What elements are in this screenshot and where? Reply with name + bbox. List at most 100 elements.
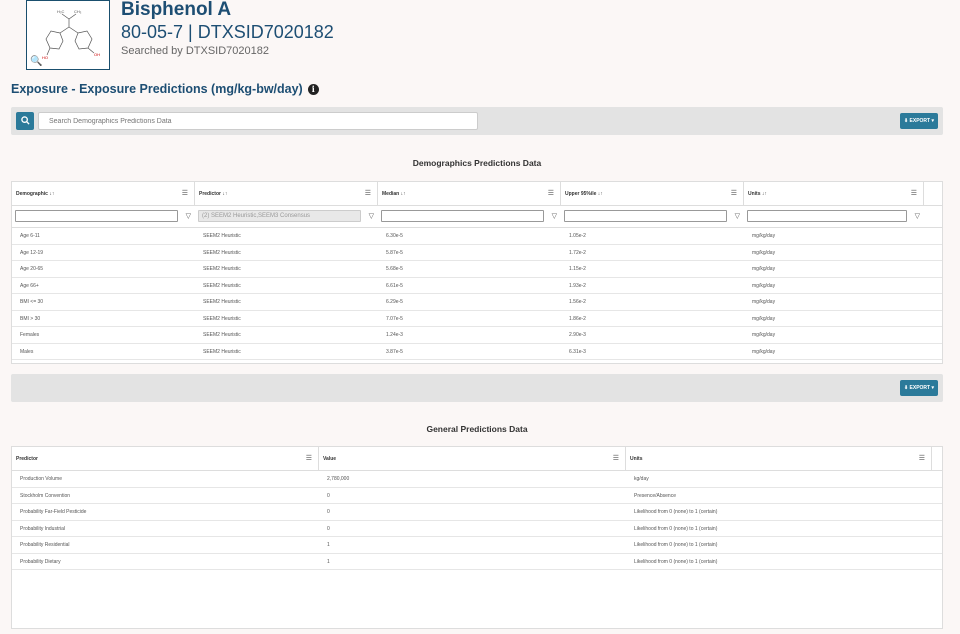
- table-cell: SEEM2 Heuristic: [203, 348, 241, 355]
- filter-icon[interactable]: ▽: [735, 212, 740, 220]
- column-menu-icon[interactable]: ☰: [731, 182, 737, 206]
- search-icon: [20, 116, 30, 125]
- column-menu-icon[interactable]: ☰: [365, 182, 371, 206]
- column-header-label: Upper 95%ile: [565, 191, 597, 197]
- structure-image[interactable]: H₃C CH₃ HO OH 🔍: [26, 0, 110, 70]
- searched-by: Searched by DTXSID7020182: [121, 45, 269, 57]
- table-cell: 6.29e-5: [386, 299, 403, 305]
- column-header-label: Predictor: [16, 456, 38, 462]
- table-row[interactable]: Probability Far-Field Pesticide 0 Likeliho…: [12, 504, 942, 521]
- sort-icon[interactable]: ↓↑: [49, 191, 54, 197]
- column-menu-icon[interactable]: ☰: [911, 182, 917, 206]
- chemical-name: Bisphenol A: [121, 0, 232, 20]
- table-row[interactable]: Age 6-11 SEEM2 Heuristic 6.30e-5 1.05e-2 mg/…: [12, 228, 942, 245]
- svg-text:H₃C: H₃C: [57, 9, 65, 14]
- column-header-label: Predictor: [199, 191, 221, 197]
- export-button[interactable]: ⬇ EXPORT ▾: [899, 380, 938, 396]
- column-header-predictor[interactable]: Predictor ☰: [12, 447, 319, 470]
- table-cell: mg/kg/day: [752, 249, 776, 256]
- sort-icon[interactable]: ↓↑: [222, 191, 227, 197]
- table-cell: 1: [327, 542, 330, 548]
- table-cell: 1.24e-3: [386, 332, 403, 338]
- column-header-median[interactable]: Median ↓↑ ☰: [378, 182, 561, 205]
- general-grid-title: General Predictions Data: [426, 424, 528, 434]
- table-row[interactable]: Age 12-19 SEEM2 Heuristic 5.87e-5 1.72e-2 mg…: [12, 245, 942, 261]
- column-header-value[interactable]: Value ☰: [319, 447, 626, 470]
- table-row[interactable]: Females SEEM2 Heuristic 1.24e-3 2.90e-3 mg/k…: [12, 327, 942, 344]
- column-menu-icon[interactable]: ☰: [919, 447, 925, 471]
- table-row[interactable]: Probability Dietary 1 Likelihood from 0 (n…: [12, 554, 942, 570]
- table-cell: Likelihood from 0 (none) to 1 (certain): [634, 542, 718, 548]
- table-row[interactable]: Age 66+ SEEM2 Heuristic 6.61e-5 1.93e-2 mg/k…: [12, 278, 942, 294]
- table-row[interactable]: Probability Residential 1 Likelihood from …: [12, 537, 942, 554]
- search-input[interactable]: [38, 112, 478, 130]
- table-cell: Probability Residential: [20, 542, 70, 548]
- table-row[interactable]: Males SEEM2 Heuristic 3.87e-5 6.31e-3 mg/kg/…: [12, 344, 942, 360]
- column-header-upper-95[interactable]: Upper 95%ile ↓↑ ☰: [561, 182, 744, 205]
- export-label: EXPORT: [909, 385, 931, 391]
- demographics-grid: Demographic ↓↑ ☰ Predictor ↓↑ ☰ Median ↓↑ ☰…: [11, 181, 943, 364]
- table-cell: SEEM2 Heuristic: [203, 266, 241, 272]
- column-header-demographic[interactable]: Demographic ↓↑ ☰: [12, 182, 195, 205]
- table-cell: mg/kg/day: [752, 315, 776, 322]
- table-cell: Production Volume: [20, 476, 62, 482]
- column-header-units[interactable]: Units ☰: [626, 447, 932, 470]
- table-cell: 7.07e-5: [386, 315, 403, 322]
- table-cell: 6.31e-3: [569, 348, 586, 355]
- general-grid: Predictor ☰ Value ☰ Units ☰ Production Volu…: [11, 446, 943, 629]
- column-header-units[interactable]: Units ↓↑ ☰: [744, 182, 924, 205]
- column-header-label: Units: [630, 456, 643, 462]
- filter-input[interactable]: (2) SEEM2 Heuristic,SEEM3 Consensus: [198, 209, 361, 222]
- filter-input[interactable]: [564, 209, 727, 222]
- table-cell: 2.90e-3: [569, 332, 586, 338]
- sort-icon[interactable]: ↓↑: [598, 191, 603, 197]
- table-cell: 1: [327, 558, 330, 565]
- search-button[interactable]: [16, 112, 34, 130]
- column-menu-icon[interactable]: ☰: [306, 447, 312, 471]
- filter-icon[interactable]: ▽: [552, 212, 557, 220]
- filter-icon[interactable]: ▽: [186, 212, 191, 220]
- table-cell: Age 6-11: [20, 233, 40, 239]
- column-menu-icon[interactable]: ☰: [613, 447, 619, 471]
- filter-input[interactable]: [747, 209, 907, 222]
- table-row[interactable]: Probability Industrial 0 Likelihood from 0…: [12, 521, 942, 537]
- download-icon: ⬇: [903, 385, 909, 391]
- table-row[interactable]: BMI > 30 SEEM2 Heuristic 7.07e-5 1.86e-2 mg/…: [12, 311, 942, 327]
- column-header-predictor[interactable]: Predictor ↓↑ ☰: [195, 182, 378, 205]
- table-cell: mg/kg/day: [752, 282, 776, 289]
- table-row[interactable]: BMI <= 30 SEEM2 Heuristic 6.29e-5 1.56e-2 mg…: [12, 294, 942, 311]
- filter-icon[interactable]: ▽: [915, 212, 920, 220]
- table-row[interactable]: Production Volume 2,780,000 kg/day: [12, 471, 942, 488]
- column-menu-icon[interactable]: ☰: [548, 182, 554, 206]
- table-cell: 1.56e-2: [569, 299, 586, 305]
- table-cell: Likelihood from 0 (none) to 1 (certain): [634, 509, 718, 515]
- table-cell: SEEM2 Heuristic: [203, 299, 241, 305]
- table-cell: Likelihood from 0 (none) to 1 (certain): [634, 558, 718, 565]
- section-title-text: Exposure - Exposure Predictions (mg/kg-b…: [11, 82, 303, 96]
- header-row: Demographic ↓↑ ☰ Predictor ↓↑ ☰ Median ↓↑ ☰…: [12, 182, 942, 206]
- column-menu-icon[interactable]: ☰: [182, 182, 188, 206]
- table-cell: 1.05e-2: [569, 233, 586, 239]
- general-body: Production Volume 2,780,000 kg/day Stockhol…: [12, 471, 942, 570]
- table-cell: 0: [327, 509, 330, 515]
- export-button[interactable]: ⬇ EXPORT ▾: [899, 113, 938, 129]
- table-cell: mg/kg/day: [752, 266, 776, 272]
- info-icon[interactable]: i: [307, 83, 319, 95]
- filter-icon[interactable]: ▽: [369, 212, 374, 220]
- table-cell: BMI > 30: [20, 315, 41, 322]
- table-cell: 0: [327, 525, 330, 532]
- table-cell: SEEM2 Heuristic: [203, 332, 241, 338]
- table-row[interactable]: Age 20-65 SEEM2 Heuristic 5.68e-5 1.15e-2 mg…: [12, 261, 942, 278]
- table-cell: mg/kg/day: [752, 299, 776, 305]
- filter-input[interactable]: [381, 209, 544, 222]
- table-row[interactable]: Stockholm Convention 0 Presence/Absence: [12, 488, 942, 504]
- demographics-toolbar: ⬇ EXPORT ▾: [11, 107, 943, 135]
- export-label: EXPORT: [909, 118, 931, 124]
- filter-input[interactable]: [15, 209, 178, 222]
- sort-icon[interactable]: ↓↑: [401, 191, 406, 197]
- table-cell: 2,780,000: [327, 476, 350, 482]
- sort-icon[interactable]: ↓↑: [762, 191, 767, 197]
- filter-demographic: ▽: [12, 206, 195, 228]
- zoom-icon[interactable]: 🔍: [30, 57, 42, 67]
- caret-down-icon: ▾: [931, 385, 934, 391]
